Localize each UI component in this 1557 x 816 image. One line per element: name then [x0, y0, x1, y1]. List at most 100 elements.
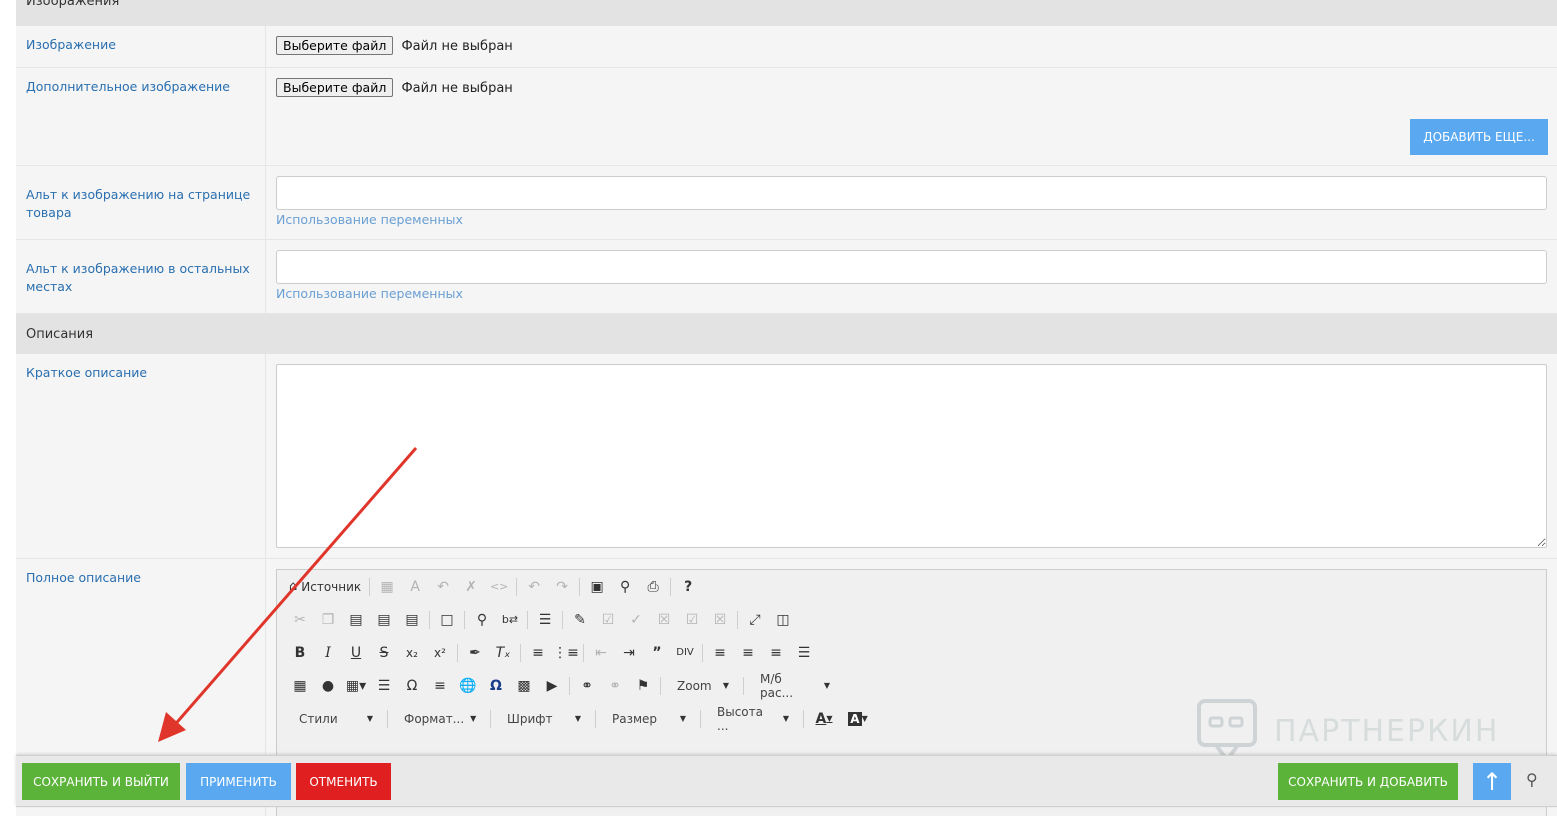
section-images-title: Изображения — [26, 0, 120, 9]
alt-other-variables-link[interactable]: Использование переменных — [276, 286, 463, 301]
align-left-icon[interactable]: ≡ — [709, 642, 731, 664]
zoom-label: Zoom — [677, 678, 712, 693]
page-break-icon[interactable]: ≡ — [429, 675, 451, 697]
line-spacing-chevron-down-icon: ▼ — [823, 681, 830, 690]
line-spacing-select[interactable]: М/б рас... ▼ — [750, 671, 836, 700]
print-icon[interactable]: ⎙ — [642, 576, 664, 598]
alt-other-value: Использование переменных — [266, 240, 1557, 313]
select-field-icon[interactable]: ☒ — [709, 609, 731, 631]
editor-toolbar-row-3: B I U S x₂ x² ✒ Tₓ ≡ ⋮≡ ⇤ ⇥ ” DIV ≡ ≡ ≡ … — [277, 636, 1546, 669]
short-desc-value — [266, 354, 1557, 558]
alt-other-row: Альт к изображению в остальных местах Ис… — [16, 240, 1557, 314]
code-icon[interactable]: <> — [488, 576, 510, 598]
image-value: Выберите файл Файл не выбран — [266, 26, 1557, 67]
save-and-exit-button[interactable]: СОХРАНИТЬ И ВЫЙТИ — [22, 763, 180, 800]
image-label: Изображение — [16, 26, 266, 67]
page: Изображения Изображение Выберите файл Фа… — [0, 0, 1557, 816]
textarea-icon[interactable]: ☑ — [681, 609, 703, 631]
image-choose-file-button[interactable]: Выберите файл — [276, 36, 394, 55]
editor-toolbar-row-1: ⌂ Источник ▦ A ↶ ✗ <> ↶ ↷ ▣ ⚲ ⎙ ? — [277, 570, 1546, 603]
indent-icon[interactable]: ⇥ — [618, 642, 640, 664]
font-label: Шрифт — [507, 711, 553, 726]
apply-button[interactable]: ПРИМЕНИТЬ — [186, 763, 291, 800]
help-icon[interactable]: ? — [677, 576, 699, 598]
font-select[interactable]: Шрифт ▼ — [497, 708, 587, 730]
arrow-up-icon: ↑ — [1481, 767, 1503, 796]
section-descriptions-title: Описания — [26, 326, 94, 342]
link-icon[interactable]: ⚭ — [576, 675, 598, 697]
iframe-icon[interactable]: 🌐 — [457, 675, 479, 697]
line-height-select[interactable]: Высота ... ▼ — [707, 704, 795, 733]
blockquote-icon[interactable]: ” — [646, 642, 668, 664]
show-blocks-alt-icon[interactable]: ◫ — [772, 609, 794, 631]
editor-toolbar-row-2: ✂ ❐ ▤ ▤ ▤ □ ⚲ b⇄ ☰ ✎ ☑ ✓ ☒ ☑ ☒ ⤢ ◫ — [277, 603, 1546, 636]
watermark-text: ПАРТНЕРКИН — [1274, 713, 1500, 749]
line-height-label: Высота ... — [717, 704, 763, 733]
section-descriptions-header: Описания — [16, 314, 1557, 354]
pin-icon[interactable]: ⚲ — [1526, 770, 1538, 789]
alt-product-label: Альт к изображению на странице товара — [16, 166, 266, 239]
unlink-icon[interactable]: ⚭ — [604, 675, 626, 697]
text-color-icon[interactable]: A ▼ — [810, 708, 838, 730]
alt-product-row: Альт к изображению на странице товара Ис… — [16, 166, 1557, 240]
numbered-list-icon[interactable]: ≡ — [527, 642, 549, 664]
undo-spellcheck-icon[interactable]: ↶ — [432, 576, 454, 598]
checkbox-icon[interactable]: ☑ — [597, 609, 619, 631]
bottom-action-bar: СОХРАНИТЬ И ВЫЙТИ ПРИМЕНИТЬ ОТМЕНИТЬ СОХ… — [16, 755, 1557, 807]
copy-format-icon[interactable]: ✒ — [464, 642, 486, 664]
extra-image-file-status: Файл не выбран — [401, 81, 513, 96]
redo-icon[interactable]: ↷ — [551, 576, 573, 598]
save-icon[interactable]: ▣ — [586, 576, 608, 598]
outdent-icon[interactable]: ⇤ — [590, 642, 612, 664]
alt-product-value: Использование переменных — [266, 166, 1557, 239]
annotation-arrow — [158, 447, 418, 742]
radio-icon[interactable]: ✓ — [625, 609, 647, 631]
textfield-icon[interactable]: ☒ — [653, 609, 675, 631]
div-icon[interactable]: DIV — [674, 642, 696, 664]
save-and-add-button[interactable]: СОХРАНИТЬ И ДОБАВИТЬ — [1278, 763, 1458, 800]
extra-image-choose-file-button[interactable]: Выберите файл — [276, 78, 394, 97]
zoom-select[interactable]: Zoom ▼ — [667, 675, 735, 697]
alt-other-label: Альт к изображению в остальных местах — [16, 240, 266, 313]
bulleted-list-icon[interactable]: ⋮≡ — [553, 642, 579, 664]
extra-image-value: Выберите файл Файл не выбран ДОБАВИТЬ ЕЩ… — [266, 68, 1557, 165]
add-more-button[interactable]: ДОБАВИТЬ ЕЩЕ... — [1410, 119, 1548, 155]
omega-icon[interactable]: Ω — [485, 675, 507, 697]
size-select[interactable]: Размер ▼ — [602, 708, 692, 730]
background-color-icon[interactable]: A ▼ — [844, 708, 872, 730]
size-label: Размер — [612, 711, 658, 726]
anchor-icon[interactable]: ⚑ — [632, 675, 654, 697]
extra-image-label: Дополнительное изображение — [16, 68, 266, 165]
remove-format-icon[interactable]: ✗ — [460, 576, 482, 598]
alt-other-input[interactable] — [276, 250, 1547, 284]
gallery-icon[interactable]: ▩ — [513, 675, 535, 697]
line-spacing-label: М/б рас... — [760, 671, 794, 700]
extra-image-row: Дополнительное изображение Выберите файл… — [16, 68, 1557, 166]
format-chevron-down-icon: ▼ — [470, 714, 477, 723]
preview-icon[interactable]: ⚲ — [614, 576, 636, 598]
alt-product-input[interactable] — [276, 176, 1547, 210]
image-file-status: Файл не выбран — [401, 39, 513, 54]
font-chevron-down-icon: ▼ — [574, 714, 581, 723]
maximize-icon[interactable]: ⤢ — [744, 609, 766, 631]
cancel-button[interactable]: ОТМЕНИТЬ — [296, 763, 391, 800]
zoom-chevron-down-icon: ▼ — [722, 681, 729, 690]
show-blocks-icon[interactable]: ☰ — [534, 609, 556, 631]
align-right-icon[interactable]: ≡ — [765, 642, 787, 664]
scroll-top-button[interactable]: ↑ — [1473, 763, 1511, 800]
form-icon[interactable]: ✎ — [569, 609, 591, 631]
find-icon[interactable]: ⚲ — [471, 609, 493, 631]
youtube-icon[interactable]: ▶ — [541, 675, 563, 697]
align-center-icon[interactable]: ≡ — [737, 642, 759, 664]
clear-format-icon[interactable]: Tₓ — [492, 642, 514, 664]
superscript-icon[interactable]: x² — [429, 642, 451, 664]
replace-icon[interactable]: b⇄ — [499, 609, 521, 631]
new-page-icon[interactable]: □ — [436, 609, 458, 631]
section-images-header: Изображения — [16, 0, 1557, 26]
undo-icon[interactable]: ↶ — [523, 576, 545, 598]
image-row: Изображение Выберите файл Файл не выбран — [16, 26, 1557, 68]
short-desc-textarea[interactable] — [276, 364, 1547, 548]
alt-product-variables-link[interactable]: Использование переменных — [276, 212, 463, 227]
justify-icon[interactable]: ☰ — [793, 642, 815, 664]
line-height-chevron-down-icon: ▼ — [782, 714, 789, 723]
